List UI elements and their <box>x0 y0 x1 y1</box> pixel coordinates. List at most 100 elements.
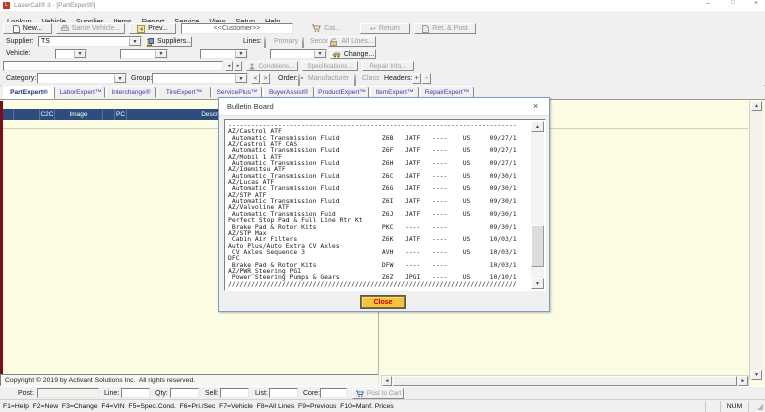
customer-box[interactable]: <<Customer>> <box>181 23 293 34</box>
arrow-down-icon: ▼ <box>535 281 540 287</box>
vehicle-description-field[interactable] <box>3 61 223 71</box>
vehicle-model-value <box>201 50 235 58</box>
grid-vscrollbar[interactable]: ▲ ▼ <box>749 101 763 380</box>
chevron-down-icon[interactable]: ▼ <box>314 50 326 58</box>
new-button[interactable]: New... <box>3 23 52 34</box>
bulletin-close-button[interactable]: Close <box>361 296 405 308</box>
dialog-title-bar[interactable]: Bulletin Board × <box>219 98 549 116</box>
close-button[interactable]: × <box>748 0 764 11</box>
same-vehicle-button[interactable]: Same Vehicle... <box>56 23 125 34</box>
all-lines-button[interactable]: All Lines... <box>328 36 376 47</box>
prev-button[interactable]: Prev... <box>129 23 176 34</box>
grid-header-cell[interactable] <box>3 109 14 120</box>
prev-icon <box>137 25 145 33</box>
chevron-down-icon[interactable]: ▼ <box>235 74 247 83</box>
bulletin-vscrollbar[interactable]: ▲ ▼ <box>531 121 544 289</box>
arrow-right-icon: > <box>264 76 268 82</box>
vehicle-model-combobox[interactable]: ▼ <box>200 49 248 59</box>
list-field[interactable] <box>269 388 298 398</box>
cat-button[interactable]: Cat... <box>297 23 355 34</box>
same-vehicle-label: Same Vehicle... <box>72 25 121 32</box>
chevron-down-icon[interactable]: ▼ <box>74 50 86 58</box>
sell-field[interactable] <box>220 388 249 398</box>
chevron-down-icon[interactable]: ▼ <box>155 50 167 58</box>
supplier-value: TS <box>39 37 129 46</box>
headers-minus-button[interactable]: - <box>422 73 431 84</box>
conditions-button[interactable]: Conditions... <box>246 61 298 71</box>
core-field[interactable] <box>320 388 347 398</box>
scroll-down-button[interactable]: ▼ <box>751 370 762 380</box>
scroll-up-button[interactable]: ▲ <box>751 101 762 111</box>
qty-field[interactable] <box>170 388 199 398</box>
post-label: Post: <box>18 390 34 397</box>
plus-icon: + <box>414 75 418 82</box>
headers-plus-button[interactable]: + <box>412 73 421 84</box>
category-combobox[interactable]: ▼ <box>37 73 127 84</box>
group-value <box>153 74 235 83</box>
list-label: List: <box>255 390 268 397</box>
post-to-cart-button[interactable]: Post to Cart <box>352 388 404 399</box>
tab-interchange[interactable]: Interchange® <box>106 86 156 98</box>
tab-label: PartExpert® <box>10 89 48 96</box>
app-window: L LaserCat® 3 - [PartExpert®] – □ × Look… <box>0 0 765 412</box>
toolbar-main: New... Same Vehicle... Prev... <<Custome… <box>0 22 765 35</box>
order-label: Order: <box>278 75 298 82</box>
tab-label: LaborExpert™ <box>60 89 102 96</box>
tab-laborexpert[interactable]: LaborExpert™ <box>56 86 105 98</box>
change-vehicle-label: Change... <box>344 51 374 58</box>
grid-header-cell[interactable] <box>103 109 115 120</box>
tab-label: Interchange® <box>111 89 150 96</box>
return-button[interactable]: ↩ Return <box>360 23 410 34</box>
vehicle-spin-right-button[interactable]: ▸ <box>234 61 242 71</box>
dialog-title: Bulletin Board <box>227 102 274 111</box>
tab-tireexpert[interactable]: TireExpert™ <box>157 86 211 98</box>
sell-label: Sell: <box>205 390 219 397</box>
vscroll-thumb[interactable] <box>531 225 544 267</box>
core-label: Core: <box>303 390 320 397</box>
dialog-close-icon[interactable]: × <box>533 101 538 111</box>
ret-and-post-button[interactable]: Ret. & Post <box>414 23 476 34</box>
post-field[interactable] <box>37 388 99 398</box>
line-field[interactable] <box>121 388 150 398</box>
supplier-combobox[interactable]: TS ▼ <box>38 36 142 47</box>
grid-header-cell[interactable] <box>14 109 40 120</box>
minimize-button[interactable]: – <box>698 0 718 11</box>
grid-header-c2c[interactable]: C2C <box>40 109 55 120</box>
specifications-label: Specifications... <box>307 63 353 70</box>
vehicle-engine-value <box>271 50 314 58</box>
scroll-left-button[interactable]: ◄ <box>382 376 392 386</box>
group-prev-button[interactable]: < <box>251 73 260 84</box>
scroll-up-button[interactable]: ▲ <box>531 121 544 132</box>
vehicle-make-combobox[interactable]: ▼ <box>120 49 168 59</box>
post-to-cart-icon <box>355 390 364 398</box>
chevron-down-icon[interactable]: ▼ <box>235 50 247 58</box>
chevron-down-icon[interactable]: ▼ <box>114 74 126 83</box>
copyright-text: Copyright © 2019 by Activant Solutions I… <box>1 377 195 384</box>
num-lock-indicator: NUM <box>720 401 749 412</box>
specifications-button[interactable]: Specifications... <box>302 61 358 71</box>
maximize-button[interactable]: □ <box>723 0 743 11</box>
change-vehicle-button[interactable]: Change... <box>330 49 376 59</box>
suppliers-button[interactable]: Suppliers... <box>146 36 192 47</box>
hscroll-thumb[interactable] <box>393 376 737 386</box>
vehicle-engine-combobox[interactable]: ▼ <box>270 49 327 59</box>
resize-grip[interactable] <box>757 404 763 410</box>
arrow-up-icon: ▲ <box>754 103 759 109</box>
vehicle-row: Vehicle: ▼ ▼ ▼ ▼ Change... <box>0 48 765 60</box>
scroll-right-button[interactable]: ► <box>738 376 748 386</box>
new-page-icon <box>13 25 20 33</box>
grid-header-pc[interactable]: PC <box>115 109 127 120</box>
vehicle-spin-left-button[interactable]: ◂ <box>225 61 233 71</box>
tab-label: RepairExpert™ <box>425 89 469 96</box>
group-next-button[interactable]: > <box>261 73 270 84</box>
spin-right-icon: ▸ <box>237 63 240 69</box>
vehicle-year-value <box>56 50 74 58</box>
scroll-down-button[interactable]: ▼ <box>531 278 544 289</box>
repair-info-button[interactable]: Repair Info... <box>362 61 414 71</box>
group-combobox[interactable]: ▼ <box>152 73 248 84</box>
vehicle-year-combobox[interactable]: ▼ <box>55 49 87 59</box>
grid-header-image[interactable]: Image <box>55 109 103 120</box>
tab-partexpert[interactable]: PartExpert® <box>3 86 55 99</box>
chevron-down-icon[interactable]: ▼ <box>129 37 141 46</box>
return-button-label: Return <box>379 25 400 32</box>
